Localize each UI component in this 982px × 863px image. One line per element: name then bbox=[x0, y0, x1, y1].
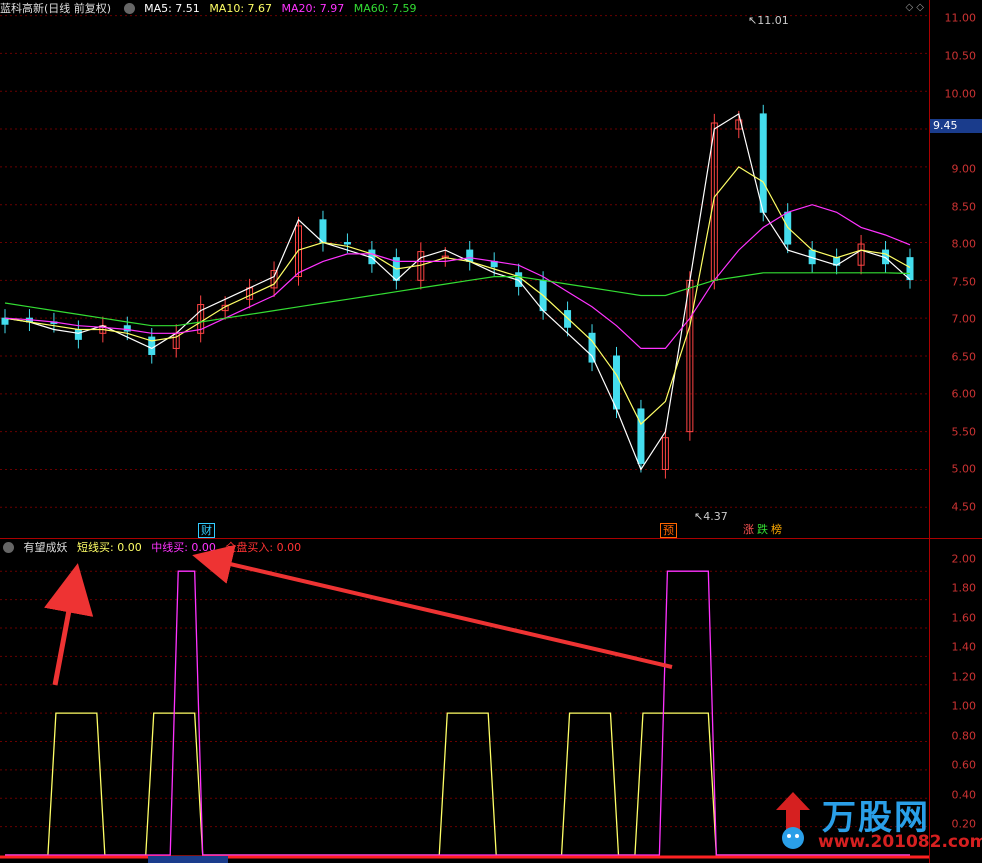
candle-body bbox=[588, 332, 596, 363]
price-tick: 7.50 bbox=[951, 275, 977, 289]
price-panel[interactable]: 蓝科高新(日线 前复权) MA5: 7.51 MA10: 7.67 MA20: … bbox=[0, 0, 982, 538]
price-tick: 7.00 bbox=[951, 312, 977, 326]
candle-body bbox=[74, 329, 82, 340]
indicator-tick: 1.60 bbox=[951, 611, 977, 625]
candle-body bbox=[319, 219, 327, 244]
forecast-marker[interactable]: 预 bbox=[660, 523, 677, 538]
ranking-marker[interactable]: 榜 bbox=[769, 523, 784, 536]
price-tick: 11.00 bbox=[944, 11, 977, 25]
ma-line-ma20 bbox=[4, 204, 911, 349]
financial-report-marker[interactable]: 财 bbox=[198, 523, 215, 538]
indicator-tick: 1.00 bbox=[951, 699, 977, 713]
price-tick: 5.50 bbox=[951, 425, 977, 439]
price-tick: 4.50 bbox=[951, 500, 977, 514]
price-axis: 11.00 10.50 10.00 9.00 8.50 8.00 7.50 7.… bbox=[929, 0, 982, 538]
arrow-to-short-buy bbox=[44, 563, 94, 686]
indicator-tick: 1.40 bbox=[951, 640, 977, 654]
price-tick: 9.00 bbox=[951, 162, 977, 176]
low-price-value: 4.37 bbox=[703, 510, 728, 523]
fall-marker[interactable]: 跌 bbox=[755, 523, 770, 536]
arrow-to-mid-buy bbox=[192, 544, 673, 669]
indicator-tick: 0.80 bbox=[951, 729, 977, 743]
candle-body bbox=[343, 242, 351, 245]
wangu-logo: 万股网 www.201082.com bbox=[770, 786, 982, 862]
indicator-tick: 1.80 bbox=[951, 581, 977, 595]
logo-url: www.201082.com bbox=[818, 832, 982, 852]
indicator-tick: 0.60 bbox=[951, 758, 977, 772]
price-tick: 10.00 bbox=[944, 87, 977, 101]
price-tick: 6.00 bbox=[951, 387, 977, 401]
current-price-tag: 9.45 bbox=[930, 119, 982, 133]
date-cursor-tag bbox=[148, 856, 228, 863]
price-tick: 5.00 bbox=[951, 462, 977, 476]
indicator-tick: 1.20 bbox=[951, 670, 977, 684]
price-chart bbox=[0, 15, 930, 508]
high-price-value: 11.01 bbox=[757, 14, 789, 27]
price-tick: 8.50 bbox=[951, 200, 977, 214]
price-tick: 8.00 bbox=[951, 237, 977, 251]
candle-body bbox=[637, 408, 645, 464]
candle-body bbox=[906, 257, 914, 281]
high-price-label: ↖11.01 bbox=[748, 14, 789, 27]
price-tick: 10.50 bbox=[944, 49, 977, 63]
rise-marker[interactable]: 涨 bbox=[741, 523, 756, 536]
candle-body bbox=[466, 249, 474, 262]
logo-badge-icon bbox=[776, 792, 810, 849]
indicator-tick: 2.00 bbox=[951, 552, 977, 566]
low-price-label: ↖4.37 bbox=[694, 510, 728, 523]
candle-body bbox=[759, 113, 767, 213]
price-tick: 6.50 bbox=[951, 350, 977, 364]
ma-line-ma10 bbox=[4, 166, 911, 426]
candle-body bbox=[612, 355, 620, 410]
